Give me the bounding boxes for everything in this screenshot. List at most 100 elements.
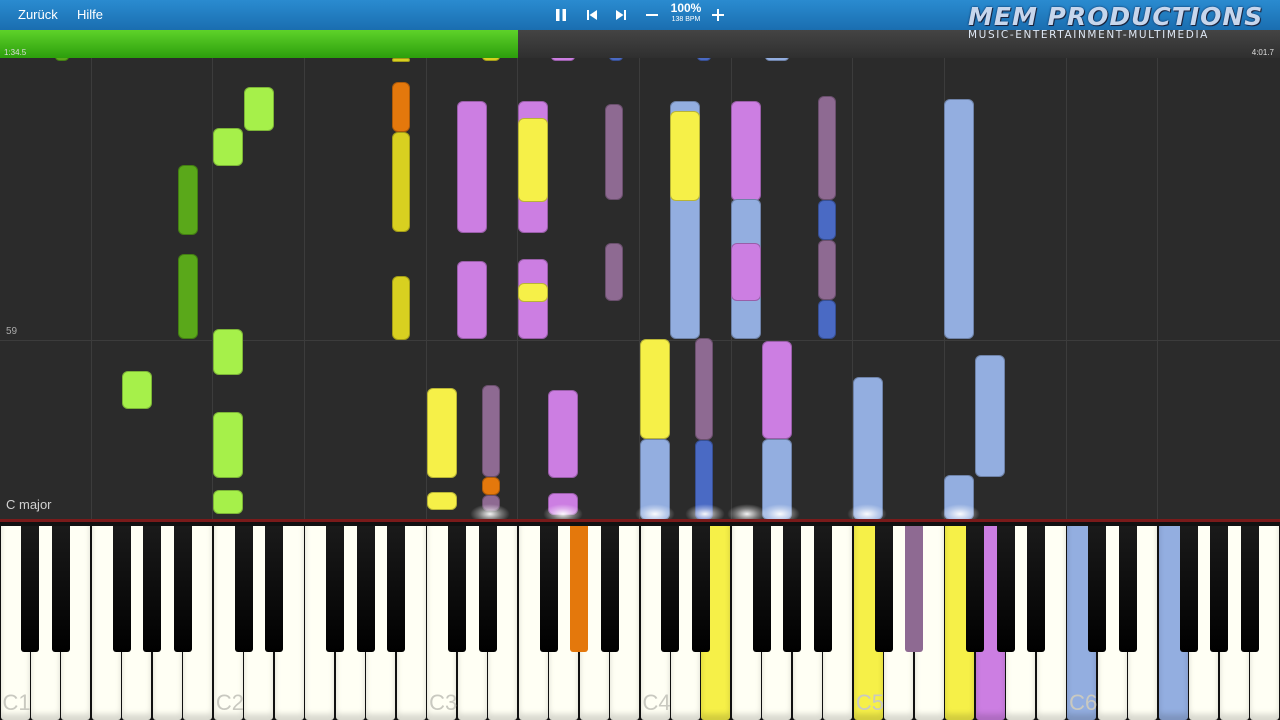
black-key-fsharp4[interactable]: [752, 526, 771, 652]
previous-button[interactable]: [580, 3, 604, 27]
black-key-gsharp1[interactable]: [143, 526, 162, 652]
zoom-in-button[interactable]: [706, 3, 730, 27]
black-key-asharp1[interactable]: [173, 526, 192, 652]
black-key-csharp2[interactable]: [234, 526, 253, 652]
note: [427, 388, 457, 478]
note: [605, 243, 623, 301]
note: [482, 58, 500, 61]
piano-roll: 59: [0, 58, 1280, 520]
note: [457, 101, 487, 233]
black-key-dsharp6[interactable]: [1118, 526, 1137, 652]
black-key-gsharp3[interactable]: [570, 526, 589, 652]
black-key-gsharp5[interactable]: [996, 526, 1015, 652]
octave-label: C6: [1069, 690, 1098, 715]
note: [765, 58, 789, 61]
note: [55, 58, 69, 61]
zoom-out-button[interactable]: [640, 3, 664, 27]
piano-keyboard: C1 C2 C3 C4 C5 C6: [0, 522, 1280, 720]
key-signature: C major: [6, 497, 52, 512]
logo: MEM PRODUCTIONS MUSIC-ENTERTAINMENT-MULT…: [968, 2, 1278, 46]
note: [975, 355, 1005, 477]
note: [122, 371, 152, 409]
black-key-asharp2[interactable]: [387, 526, 406, 652]
next-button[interactable]: [609, 3, 633, 27]
note: [695, 338, 713, 440]
note: [392, 82, 410, 132]
skip-forward-icon: [616, 10, 626, 20]
note: [670, 111, 700, 201]
progress-fill: [0, 30, 519, 58]
help-button[interactable]: Hilfe: [77, 4, 103, 26]
black-key-dsharp5[interactable]: [905, 526, 924, 652]
note: [818, 96, 836, 200]
note: [551, 58, 575, 61]
note: [213, 412, 243, 478]
note: [518, 118, 548, 202]
black-key-dsharp4[interactable]: [691, 526, 710, 652]
logo-name: MEM PRODUCTIONS: [968, 2, 1264, 31]
note: [427, 492, 457, 510]
plus-icon: [712, 9, 724, 21]
note: [392, 58, 410, 62]
octave-label: C2: [215, 690, 244, 715]
note: [731, 101, 761, 201]
black-key-asharp5[interactable]: [1027, 526, 1046, 652]
octave-label: C4: [642, 690, 671, 715]
note: [392, 276, 410, 340]
black-key-csharp5[interactable]: [874, 526, 893, 652]
note: [244, 87, 274, 131]
skip-back-icon: [587, 10, 597, 20]
note: [605, 104, 623, 200]
black-key-gsharp6[interactable]: [1210, 526, 1229, 652]
note: [213, 329, 243, 375]
note: [609, 58, 623, 61]
black-key-fsharp2[interactable]: [326, 526, 345, 652]
note: [853, 377, 883, 520]
note: [482, 385, 500, 477]
pause-button[interactable]: [549, 3, 573, 27]
octave-label: C1: [2, 690, 31, 715]
zoom-level: 100%: [670, 1, 702, 15]
black-key-asharp6[interactable]: [1240, 526, 1259, 652]
black-key-dsharp3[interactable]: [478, 526, 497, 652]
black-key-fsharp1[interactable]: [112, 526, 131, 652]
octave-label: C5: [855, 690, 884, 715]
black-key-asharp4[interactable]: [813, 526, 832, 652]
tempo-label: 138 BPM: [671, 16, 701, 23]
note: [213, 128, 243, 166]
note: [392, 132, 410, 232]
note: [457, 261, 487, 339]
note: [178, 165, 198, 235]
note: [818, 300, 836, 339]
note: [482, 477, 500, 495]
octave-label: C3: [429, 690, 458, 715]
black-key-asharp3[interactable]: [600, 526, 619, 652]
black-key-dsharp2[interactable]: [265, 526, 284, 652]
note: [518, 283, 548, 302]
elapsed-time: 1:34.5: [4, 48, 27, 57]
black-key-gsharp2[interactable]: [356, 526, 375, 652]
black-key-csharp1[interactable]: [21, 526, 40, 652]
black-key-fsharp6[interactable]: [1179, 526, 1198, 652]
measure-number: 59: [6, 326, 18, 337]
pause-icon: [556, 9, 566, 21]
note: [548, 390, 578, 478]
note: [818, 200, 836, 240]
minus-icon: [646, 14, 658, 16]
note: [762, 341, 792, 439]
note: [697, 58, 711, 61]
black-key-csharp4[interactable]: [661, 526, 680, 652]
note: [213, 490, 243, 514]
black-key-csharp3[interactable]: [448, 526, 467, 652]
back-button[interactable]: Zurück: [18, 4, 58, 26]
note: [731, 243, 761, 301]
black-key-fsharp5[interactable]: [966, 526, 985, 652]
note: [640, 339, 670, 439]
note: [178, 254, 198, 339]
black-key-dsharp1[interactable]: [51, 526, 70, 652]
black-key-fsharp3[interactable]: [539, 526, 558, 652]
black-key-csharp6[interactable]: [1088, 526, 1107, 652]
note: [818, 240, 836, 300]
note: [944, 99, 974, 339]
black-key-gsharp4[interactable]: [783, 526, 802, 652]
